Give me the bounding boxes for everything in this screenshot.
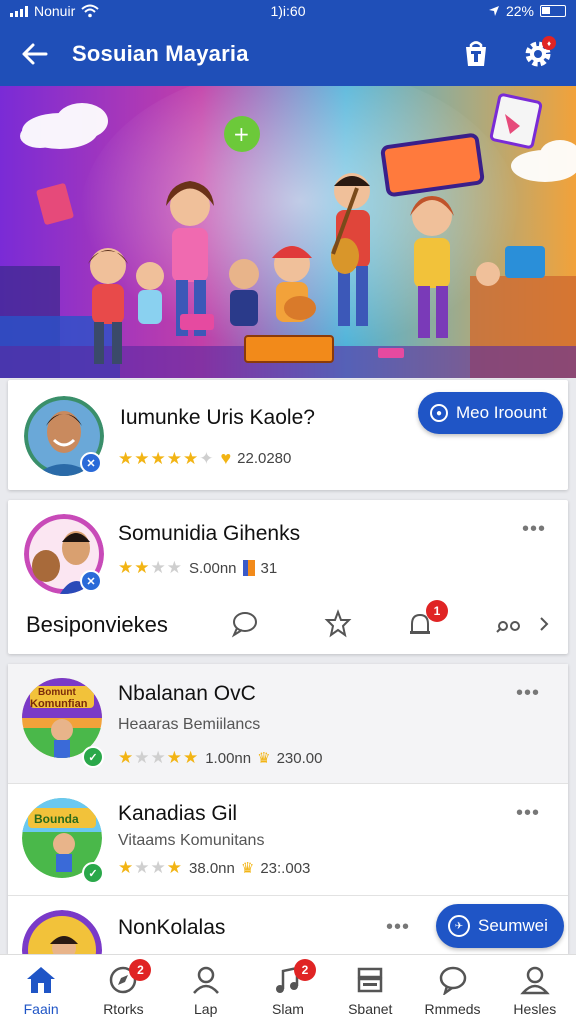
nav-badge: 2: [293, 959, 316, 981]
list-item-name: Nbalanan OvC: [118, 682, 256, 705]
nav-label: Faain: [23, 1001, 59, 1017]
notification-button[interactable]: 1: [400, 600, 448, 644]
message-icon: ●: [430, 404, 448, 422]
thumbnail-title: Bomunt: [38, 687, 76, 698]
thumbnail-caption: Bounda: [34, 812, 79, 826]
settings-button[interactable]: ♦: [518, 34, 558, 74]
battery-icon: [540, 5, 566, 17]
community-count: 31: [260, 559, 278, 577]
app-bar: Sosuian Mayaria ♦: [0, 22, 576, 86]
wifi-icon: [81, 4, 99, 18]
hero-illustration: +: [0, 86, 576, 378]
shop-button[interactable]: [456, 34, 496, 74]
more-options-button[interactable]: •••: [386, 916, 410, 939]
star-outline-icon: [324, 609, 352, 638]
list-item-rating: ★★★★ 38.0nn ♛ 23:.003: [118, 858, 310, 878]
nav-label: Lap: [194, 1001, 218, 1017]
thumbnail-caption: Komunfian: [30, 698, 88, 710]
nav-label: Sbanet: [348, 1001, 393, 1017]
heart-icon: ♥: [220, 448, 232, 468]
nav-item-home[interactable]: Faain: [0, 955, 82, 1024]
store-icon: [358, 967, 383, 993]
bottom-navigation: Faain 2 Rtorks Lap 2 Slam Sbanet Rmmeds …: [0, 954, 576, 1024]
community-rating: ★★★★ S.00nn 31: [118, 558, 277, 578]
list-item-subtitle: Vitaams Komunitans: [118, 832, 265, 849]
nav-item-messages[interactable]: Rmmeds: [411, 955, 493, 1024]
book-icon: [242, 560, 255, 576]
list-item-name: NonKolalas: [118, 916, 226, 939]
featured-action-button[interactable]: ● Meo Iroount: [418, 392, 563, 434]
notification-badge: 1: [426, 600, 448, 622]
crown-icon: ♛: [257, 750, 271, 767]
community-card[interactable]: ✕ Somunidia Gihenks ★★★★ S.00nn 31 ••• B…: [8, 500, 568, 654]
list-item[interactable]: Bounda ✓ Kanadias Gil Vitaams Komunitans…: [8, 784, 568, 896]
featured-action-label: Meo Iroount: [456, 403, 547, 422]
featured-card[interactable]: ✕ Iumunke Uris Kaole? ★★★★★✦ ♥ 22.0280 ●…: [8, 380, 568, 490]
community-rating-value: S.00nn: [188, 559, 237, 577]
list-item-count: 23:.003: [260, 859, 311, 877]
featured-rating: ★★★★★✦ ♥ 22.0280: [118, 448, 291, 469]
verified-badge: ✕: [80, 452, 102, 474]
nav-item-stories[interactable]: 2 Rtorks: [82, 955, 164, 1024]
battery-percent: 22%: [505, 3, 534, 19]
comment-button[interactable]: [224, 604, 264, 644]
list-item-action-button[interactable]: ✈ Seumwei: [436, 904, 564, 948]
person-icon: [192, 966, 219, 994]
community-list: Bomunt Komunfian ✓ Nbalanan OvC Heaaras …: [8, 664, 568, 954]
rocket-icon: ✈: [448, 915, 470, 937]
list-item-rating: ★★★★★ 1.00nn ♛ 230.00: [118, 748, 322, 768]
save-button[interactable]: [318, 604, 358, 644]
signal-icon: [10, 5, 28, 17]
check-badge: ✓: [82, 862, 104, 884]
check-badge: ✓: [82, 746, 104, 768]
carrier-label: Nonuir: [34, 3, 76, 19]
rating-stars: ★★★★★: [118, 748, 200, 767]
more-options-button[interactable]: •••: [516, 802, 540, 825]
page-title: Sosuian Mayaria: [72, 41, 249, 66]
featured-rating-value: 22.0280: [237, 450, 292, 467]
profile-icon: [520, 966, 550, 995]
verified-badge: ✕: [80, 570, 102, 592]
back-button[interactable]: [14, 34, 54, 74]
chat-icon: [439, 966, 466, 995]
nav-label: Hesles: [513, 1001, 557, 1017]
share-icon: [496, 621, 520, 633]
nav-item-profile[interactable]: Hesles: [494, 955, 576, 1024]
bag-icon: [466, 41, 486, 66]
list-item-name: Kanadias Gil: [118, 802, 238, 825]
featured-name: Iumunke Uris Kaole?: [120, 406, 315, 429]
nav-item-store[interactable]: Sbanet: [329, 955, 411, 1024]
list-item-count: 230.00: [276, 749, 323, 767]
rating-stars: ★★★★: [118, 558, 183, 577]
more-options-button[interactable]: •••: [522, 518, 546, 541]
nav-label: Slam: [272, 1001, 304, 1017]
nav-label: Rmmeds: [424, 1001, 481, 1017]
list-item-thumbnail: [22, 910, 102, 954]
chevron-right-icon[interactable]: [524, 604, 564, 644]
nav-item-lap[interactable]: Lap: [165, 955, 247, 1024]
arrow-left-icon: [22, 43, 48, 65]
hero-banner: +: [0, 86, 576, 378]
list-item-rating-value: 1.00nn: [205, 749, 252, 767]
svg-text:+: +: [233, 122, 250, 146]
community-actions-label: Besiponviekes: [26, 612, 168, 637]
list-item-action-label: Seumwei: [478, 916, 548, 935]
nav-item-slam[interactable]: 2 Slam: [247, 955, 329, 1024]
nav-label: Rtorks: [103, 1001, 144, 1017]
location-icon: [488, 6, 499, 16]
rating-stars: ★★★★: [118, 858, 183, 877]
more-options-button[interactable]: •••: [516, 682, 540, 705]
crown-icon: ♛: [240, 860, 255, 877]
community-name: Somunidia Gihenks: [118, 522, 301, 545]
list-item-subtitle: Heaaras Bemiilancs: [118, 716, 261, 733]
status-bar: Nonuir 1)i:60 22%: [0, 0, 576, 22]
list-item-rating-value: 38.0nn: [188, 859, 235, 877]
nav-badge: 2: [129, 959, 152, 981]
speech-bubble-icon: [231, 612, 257, 638]
list-item[interactable]: Bomunt Komunfian ✓ Nbalanan OvC Heaaras …: [8, 664, 568, 784]
home-icon: [27, 967, 56, 993]
list-item[interactable]: NonKolalas ••• ✈ Seumwei: [8, 896, 568, 954]
settings-badge: ♦: [542, 36, 556, 50]
rating-stars: ★★★★★✦: [118, 448, 215, 468]
